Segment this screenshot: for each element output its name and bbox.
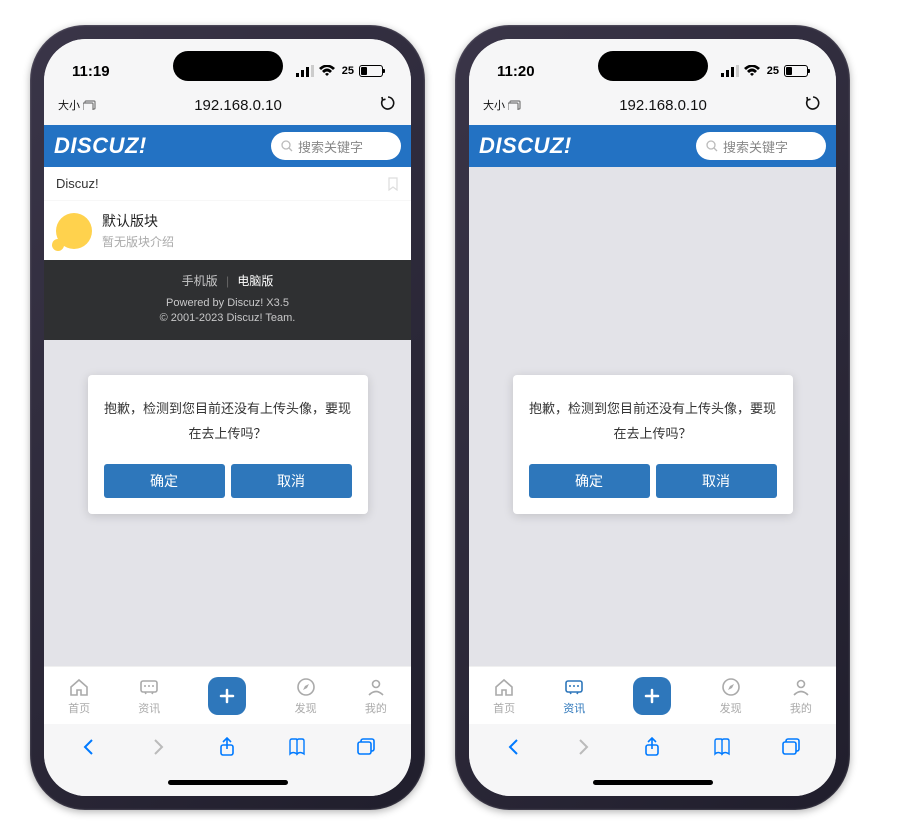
search-icon: [281, 140, 293, 152]
tab-add-button[interactable]: [208, 677, 246, 715]
tab-label: 资讯: [563, 700, 585, 716]
back-button[interactable]: [499, 738, 529, 761]
dialog-ok-button[interactable]: 确定: [529, 464, 650, 498]
forum-row[interactable]: 默认版块 暂无版块介绍: [44, 201, 411, 260]
forum-avatar-icon: [56, 213, 92, 249]
dialog-cancel-button[interactable]: 取消: [656, 464, 777, 498]
battery-percent: 25: [767, 65, 779, 77]
tab-label: 发现: [720, 700, 742, 716]
tab-label: 我的: [790, 700, 812, 716]
share-button[interactable]: [637, 737, 667, 762]
page-content: DISCUZ! 搜索关键字 Discuz! 默认版块 暂无版块介绍: [44, 125, 411, 666]
dialog-message: 抱歉，检测到您目前还没有上传头像，要现在去上传吗？: [104, 397, 352, 446]
person-icon: [790, 676, 812, 698]
powered-by: Powered by Discuz! X3.5: [44, 297, 411, 309]
discuz-logo[interactable]: DISCUZ!: [479, 133, 572, 159]
wifi-icon: [744, 65, 760, 77]
forward-button[interactable]: [143, 738, 173, 761]
bookmarks-button[interactable]: [282, 738, 312, 761]
dynamic-island: [173, 51, 283, 81]
dialog-ok-button[interactable]: 确定: [104, 464, 225, 498]
home-indicator[interactable]: [469, 774, 836, 796]
battery-icon: [359, 65, 383, 77]
tab-mine[interactable]: 我的: [365, 676, 387, 716]
plus-icon: [642, 686, 662, 706]
tabs-button[interactable]: [351, 738, 381, 761]
wifi-icon: [319, 65, 335, 77]
phone-frame-2: 11:20 25 大小 192.168.0.10 DISCUZ! 搜索关键字: [455, 25, 850, 810]
tab-label: 我的: [365, 700, 387, 716]
home-indicator[interactable]: [44, 774, 411, 796]
bottom-tabbar: 首页 资讯 发现 我的: [469, 666, 836, 724]
forum-name: 默认版块: [102, 211, 174, 231]
breadcrumb[interactable]: Discuz!: [44, 167, 411, 201]
person-icon: [365, 676, 387, 698]
compass-icon: [295, 676, 317, 698]
search-input[interactable]: 搜索关键字: [696, 132, 826, 160]
news-icon: [138, 676, 160, 698]
avatar-prompt-dialog: 抱歉，检测到您目前还没有上传头像，要现在去上传吗？ 确定 取消: [513, 375, 793, 514]
tab-label: 首页: [493, 700, 515, 716]
battery-percent: 25: [342, 65, 354, 77]
tab-add-button[interactable]: [633, 677, 671, 715]
phone-frame-1: 11:19 25 大小 192.168.0.10 DISCUZ! 搜索关键字: [30, 25, 425, 810]
search-icon: [706, 140, 718, 152]
bottom-tabbar: 首页 资讯 发现 我的: [44, 666, 411, 724]
page-content: DISCUZ! 搜索关键字 抱歉，检测到您目前还没有上传头像，要现在去上传吗？ …: [469, 125, 836, 666]
tab-discover[interactable]: 发现: [295, 676, 317, 716]
mobile-view-link[interactable]: 手机版: [182, 274, 218, 288]
copyright: © 2001-2023 Discuz! Team.: [44, 312, 411, 324]
reload-icon[interactable]: [379, 94, 397, 116]
app-header: DISCUZ! 搜索关键字: [469, 125, 836, 167]
tab-news[interactable]: 资讯: [138, 676, 160, 716]
forward-button[interactable]: [568, 738, 598, 761]
app-header: DISCUZ! 搜索关键字: [44, 125, 411, 167]
text-size-control[interactable]: 大小: [483, 97, 522, 113]
tab-label: 首页: [68, 700, 90, 716]
cellular-icon: [721, 65, 739, 77]
safari-toolbar: [44, 724, 411, 774]
forum-list: Discuz! 默认版块 暂无版块介绍: [44, 167, 411, 260]
tab-home[interactable]: 首页: [68, 676, 90, 716]
bookmark-icon[interactable]: [387, 177, 399, 191]
browser-address-bar: 大小 192.168.0.10: [469, 89, 836, 125]
plus-icon: [217, 686, 237, 706]
address-url[interactable]: 192.168.0.10: [619, 97, 707, 114]
page-footer: 手机版 | 电脑版 Powered by Discuz! X3.5 © 2001…: [44, 260, 411, 340]
share-button[interactable]: [212, 737, 242, 762]
search-placeholder: 搜索关键字: [298, 137, 363, 156]
reload-icon[interactable]: [804, 94, 822, 116]
bookmarks-button[interactable]: [707, 738, 737, 761]
browser-address-bar: 大小 192.168.0.10: [44, 89, 411, 125]
tab-discover[interactable]: 发现: [720, 676, 742, 716]
desktop-view-link[interactable]: 电脑版: [237, 274, 273, 288]
text-size-control[interactable]: 大小: [58, 97, 97, 113]
battery-icon: [784, 65, 808, 77]
avatar-prompt-dialog: 抱歉，检测到您目前还没有上传头像，要现在去上传吗？ 确定 取消: [88, 375, 368, 514]
tab-label: 资讯: [138, 700, 160, 716]
dynamic-island: [598, 51, 708, 81]
news-icon: [563, 676, 585, 698]
tabs-button[interactable]: [776, 738, 806, 761]
home-icon: [68, 676, 90, 698]
forum-desc: 暂无版块介绍: [102, 233, 174, 250]
back-button[interactable]: [74, 738, 104, 761]
tab-label: 发现: [295, 700, 317, 716]
address-url[interactable]: 192.168.0.10: [194, 97, 282, 114]
dialog-cancel-button[interactable]: 取消: [231, 464, 352, 498]
tab-mine[interactable]: 我的: [790, 676, 812, 716]
search-placeholder: 搜索关键字: [723, 137, 788, 156]
tab-home[interactable]: 首页: [493, 676, 515, 716]
discuz-logo[interactable]: DISCUZ!: [54, 133, 147, 159]
search-input[interactable]: 搜索关键字: [271, 132, 401, 160]
status-time: 11:19: [72, 63, 110, 80]
home-icon: [493, 676, 515, 698]
compass-icon: [720, 676, 742, 698]
status-time: 11:20: [497, 63, 535, 80]
safari-toolbar: [469, 724, 836, 774]
dialog-message: 抱歉，检测到您目前还没有上传头像，要现在去上传吗？: [529, 397, 777, 446]
tab-news[interactable]: 资讯: [563, 676, 585, 716]
cellular-icon: [296, 65, 314, 77]
